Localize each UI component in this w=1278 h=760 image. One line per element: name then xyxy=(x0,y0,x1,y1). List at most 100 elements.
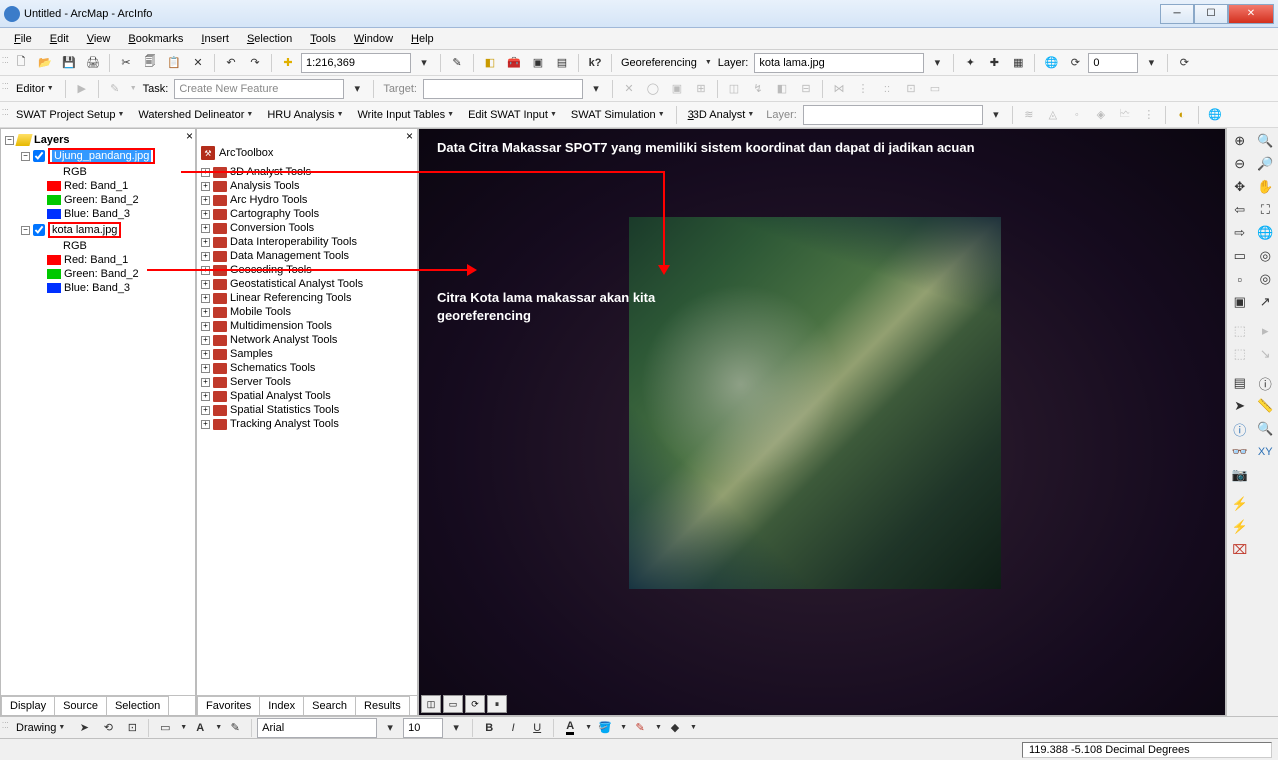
rt-icon-c[interactable]: ◎ xyxy=(1254,245,1276,267)
data-view-icon[interactable]: ◫ xyxy=(421,695,441,713)
fill-color-icon[interactable]: 🪣 xyxy=(594,717,616,739)
new-text-icon[interactable]: A xyxy=(189,717,211,739)
georef-layer-combo[interactable] xyxy=(754,53,924,73)
atb-tab-results[interactable]: Results xyxy=(355,696,410,715)
expand-icon[interactable]: + xyxy=(201,322,210,331)
georef-view-icon[interactable]: 🌐 xyxy=(1040,52,1062,74)
menu-bookmarks[interactable]: Bookmarks xyxy=(120,31,191,47)
toolbox-item[interactable]: +Geostatistical Analyst Tools xyxy=(201,277,413,291)
rt-icon-bolt[interactable]: ⚡ xyxy=(1229,493,1251,515)
georef-link-icon[interactable]: ▦ xyxy=(1007,52,1029,74)
go-xy-icon[interactable]: XY xyxy=(1254,441,1276,463)
toolbox-item[interactable]: +Data Management Tools xyxy=(201,249,413,263)
model-builder-icon[interactable]: ▤ xyxy=(551,52,573,74)
expand-icon[interactable]: + xyxy=(201,224,210,233)
expand-icon[interactable]: − xyxy=(5,136,14,145)
rt-icon-bolt2[interactable]: ⚡ xyxy=(1229,516,1251,538)
select-elements-icon[interactable]: ▣ xyxy=(1229,291,1251,313)
rotation-input[interactable] xyxy=(1088,53,1138,73)
zoom-out-icon[interactable]: 🔎 xyxy=(1254,153,1276,175)
swat-project-setup[interactable]: SWAT Project Setup▼ xyxy=(10,104,130,126)
toolbox-item[interactable]: +Network Analyst Tools xyxy=(201,333,413,347)
undo-icon[interactable]: ↶ xyxy=(220,52,242,74)
minimize-button[interactable] xyxy=(1160,4,1194,24)
new-rect-icon[interactable]: ▭ xyxy=(154,717,176,739)
add-data-icon[interactable]: ✚ xyxy=(277,52,299,74)
delete-icon[interactable]: ✕ xyxy=(187,52,209,74)
toc-root[interactable]: Layers xyxy=(34,134,69,146)
select-features-icon[interactable]: ▭ xyxy=(1229,245,1251,267)
toc-tab-display[interactable]: Display xyxy=(1,696,55,715)
rt-icon-d[interactable]: ◎ xyxy=(1254,268,1276,290)
atb-tab-search[interactable]: Search xyxy=(303,696,356,715)
menu-window[interactable]: Window xyxy=(346,31,401,47)
3d-analyst-menu[interactable]: 33D Analyst▼ xyxy=(682,104,761,126)
print-icon[interactable]: 🖨 xyxy=(82,52,104,74)
rt-icon-info[interactable]: ⓘ xyxy=(1229,418,1251,440)
rt-icon-pointer[interactable]: ➤ xyxy=(1229,395,1251,417)
arccatalog-icon[interactable]: ◧ xyxy=(479,52,501,74)
3d-layer-dropdown-icon[interactable]: ▾ xyxy=(985,104,1007,126)
select-elements-icon[interactable]: ➤ xyxy=(73,717,95,739)
rt-icon-e[interactable]: ↗ xyxy=(1254,291,1276,313)
toolbox-item[interactable]: +Conversion Tools xyxy=(201,221,413,235)
zoom-out-fixed-icon[interactable]: ⊖ xyxy=(1229,153,1251,175)
expand-icon[interactable]: − xyxy=(21,226,30,235)
zoom-in-icon[interactable]: 🔍 xyxy=(1254,130,1276,152)
rotation-dropdown-icon[interactable]: ▾ xyxy=(1140,52,1162,74)
measure-icon[interactable]: 📏 xyxy=(1254,395,1276,417)
editor-toolbar-icon[interactable]: ✎ xyxy=(446,52,468,74)
expand-icon[interactable]: + xyxy=(201,378,210,387)
refresh-view-icon[interactable]: ⟳ xyxy=(465,695,485,713)
rotate-icon[interactable]: ⟲ xyxy=(97,717,119,739)
pan-icon[interactable]: ✋ xyxy=(1254,176,1276,198)
swat-write-input[interactable]: Write Input Tables▼ xyxy=(352,104,461,126)
toolbox-item[interactable]: +Spatial Analyst Tools xyxy=(201,389,413,403)
find-icon[interactable]: 🔍 xyxy=(1254,418,1276,440)
menu-help[interactable]: Help xyxy=(403,31,442,47)
font-combo[interactable] xyxy=(257,718,377,738)
font-color-icon[interactable]: A xyxy=(559,717,581,739)
scale-dropdown-icon[interactable]: ▾ xyxy=(413,52,435,74)
georef-rotate-icon[interactable]: ✦ xyxy=(959,52,981,74)
arcscene-icon[interactable]: ◐ xyxy=(1171,104,1193,126)
font-dropdown-icon[interactable]: ▾ xyxy=(379,717,401,739)
target-dropdown-icon[interactable]: ▾ xyxy=(585,78,607,100)
map-view[interactable]: Data Citra Makassar SPOT7 yang memiliki … xyxy=(418,128,1226,716)
expand-icon[interactable]: + xyxy=(201,336,210,345)
toolbox-item[interactable]: +Tracking Analyst Tools xyxy=(201,417,413,431)
zoom-to-sel-icon[interactable]: ⊡ xyxy=(121,717,143,739)
copy-icon[interactable]: 🗐 xyxy=(139,52,161,74)
3d-layer-combo[interactable] xyxy=(803,105,983,125)
save-icon[interactable]: 💾 xyxy=(58,52,80,74)
georef-controlpoints-icon[interactable]: ✚ xyxy=(983,52,1005,74)
maximize-button[interactable] xyxy=(1194,4,1228,24)
menu-edit[interactable]: Edit xyxy=(42,31,77,47)
menu-selection[interactable]: Selection xyxy=(239,31,300,47)
expand-icon[interactable]: + xyxy=(201,294,210,303)
expand-icon[interactable]: + xyxy=(201,210,210,219)
whats-this-icon[interactable]: k? xyxy=(584,52,606,74)
atb-title[interactable]: ArcToolbox xyxy=(219,147,273,159)
scale-input[interactable] xyxy=(301,53,411,73)
expand-icon[interactable]: + xyxy=(201,406,210,415)
drawing-menu[interactable]: Drawing▼ xyxy=(10,717,71,739)
toc-tab-source[interactable]: Source xyxy=(54,696,107,715)
toolbox-item[interactable]: +Multidimension Tools xyxy=(201,319,413,333)
rt-icon-camera[interactable]: 📷 xyxy=(1229,464,1251,486)
atb-tab-index[interactable]: Index xyxy=(259,696,304,715)
italic-icon[interactable]: I xyxy=(502,717,524,739)
next-extent-icon[interactable]: ⇨ xyxy=(1229,222,1251,244)
swat-simulation[interactable]: SWAT Simulation▼ xyxy=(565,104,671,126)
toc-tab-selection[interactable]: Selection xyxy=(106,696,169,715)
rt-icon-table[interactable]: ▤ xyxy=(1229,372,1251,394)
full-extent-icon[interactable]: ✥ xyxy=(1229,176,1251,198)
rt-icon-binoc[interactable]: 👓 xyxy=(1229,441,1251,463)
menu-insert[interactable]: Insert xyxy=(193,31,237,47)
identify-icon[interactable]: ⓘ xyxy=(1254,372,1276,394)
expand-icon[interactable]: − xyxy=(21,152,30,161)
zoom-in-fixed-icon[interactable]: ⊕ xyxy=(1229,130,1251,152)
close-button[interactable] xyxy=(1228,4,1274,24)
underline-icon[interactable]: U xyxy=(526,717,548,739)
new-icon[interactable]: 🗋 xyxy=(10,52,32,74)
